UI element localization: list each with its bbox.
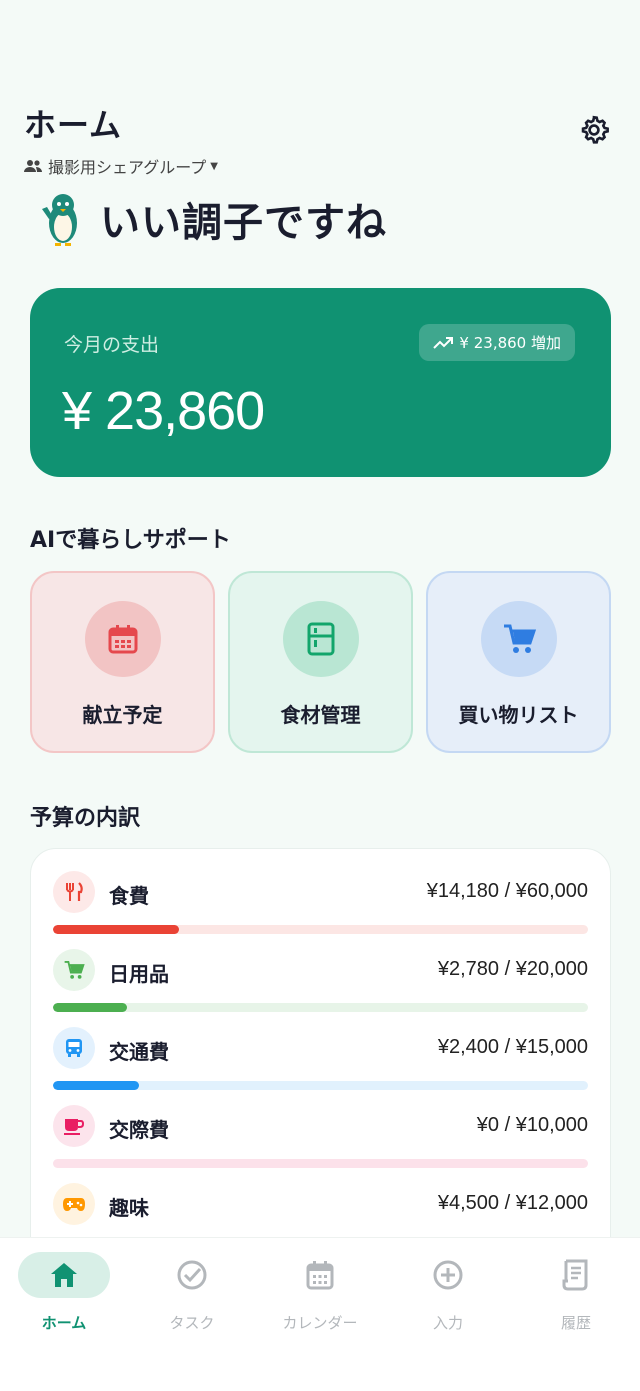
- budget-amount: ¥4,500 / ¥12,000: [437, 1192, 588, 1214]
- header: ホーム 撮影用シェアグループ ▼: [24, 100, 616, 177]
- budget-row-transport[interactable]: 交通費 ¥2,400 / ¥15,000: [53, 1027, 588, 1105]
- calendar-icon: [274, 1252, 366, 1298]
- shopping-list-card[interactable]: 買い物リスト: [426, 571, 611, 753]
- budget-row-social[interactable]: 交際費 ¥0 / ¥10,000: [53, 1105, 588, 1183]
- ai-section-title: AIで暮らしサポート: [30, 528, 231, 553]
- fridge-icon: [307, 622, 334, 656]
- plus-circle-icon: [402, 1252, 494, 1298]
- people-icon: [24, 160, 42, 172]
- ai-icon-bg: [282, 601, 359, 677]
- nav-label: タスク: [169, 1314, 215, 1332]
- budget-amount: ¥0 / ¥10,000: [476, 1114, 588, 1136]
- spending-change-badge: ¥ 23,860 増加: [419, 324, 575, 361]
- spending-label: 今月の支出: [64, 334, 160, 356]
- nav-label: 履歴: [560, 1314, 591, 1332]
- ingredients-card[interactable]: 食材管理: [228, 571, 413, 753]
- nav-home[interactable]: ホーム: [0, 1252, 128, 1333]
- nav-input[interactable]: 入力: [384, 1252, 512, 1333]
- ai-cards: 献立予定 食材管理 買い物リスト: [30, 571, 611, 753]
- budget-progress-bar: [53, 1081, 588, 1090]
- budget-amount: ¥2,400 / ¥15,000: [437, 1036, 588, 1058]
- budget-row-daily-goods[interactable]: 日用品 ¥2,780 / ¥20,000: [53, 949, 588, 1027]
- page-title: ホーム: [24, 106, 123, 144]
- trending-up-icon: [433, 336, 454, 349]
- budget-amount: ¥14,180 / ¥60,000: [426, 880, 588, 902]
- nav-label: ホーム: [41, 1314, 87, 1332]
- budget-name: 交際費: [109, 1118, 169, 1142]
- mood-banner: いい調子ですね: [40, 190, 387, 248]
- group-name: 撮影用シェアグループ: [48, 158, 207, 177]
- budget-amount: ¥2,780 / ¥20,000: [437, 958, 588, 980]
- cart-icon: [503, 624, 536, 653]
- nav-calendar[interactable]: カレンダー: [256, 1252, 384, 1333]
- cup-icon: [53, 1105, 95, 1147]
- budget-progress-bar: [53, 925, 588, 934]
- nav-tasks[interactable]: タスク: [128, 1252, 256, 1333]
- utensils-icon: [53, 871, 95, 913]
- group-selector[interactable]: 撮影用シェアグループ ▼: [24, 154, 616, 178]
- check-circle-icon: [146, 1252, 238, 1298]
- budget-progress-fill: [53, 1003, 128, 1012]
- calendar-icon: [108, 625, 137, 654]
- nav-label: 入力: [432, 1314, 463, 1332]
- budget-name: 日用品: [109, 962, 169, 986]
- nav-history[interactable]: 履歴: [512, 1252, 640, 1333]
- menu-plan-label: 献立予定: [82, 703, 163, 727]
- gamepad-icon: [53, 1183, 95, 1225]
- budget-name: 交通費: [109, 1040, 169, 1064]
- monthly-spending-card[interactable]: 今月の支出 ¥ 23,860 ¥ 23,860 増加: [30, 288, 611, 477]
- receipt-icon: [530, 1252, 622, 1298]
- ai-icon-bg: [480, 601, 557, 677]
- budget-progress-bar: [53, 1003, 588, 1012]
- budget-name: 趣味: [109, 1196, 149, 1220]
- budget-section-title: 予算の内訳: [30, 806, 141, 831]
- chevron-down-icon: ▼: [210, 160, 218, 172]
- cart-icon: [53, 949, 95, 991]
- ai-icon-bg: [84, 601, 161, 677]
- nav-label: カレンダー: [282, 1314, 358, 1332]
- spending-amount: ¥ 23,860: [62, 381, 265, 441]
- budget-progress-fill: [53, 1081, 139, 1090]
- shopping-list-label: 買い物リスト: [458, 703, 579, 727]
- budget-row-food[interactable]: 食費 ¥14,180 / ¥60,000: [53, 871, 588, 949]
- bus-icon: [53, 1027, 95, 1069]
- budget-progress-bar: [53, 1159, 588, 1168]
- penguin-icon: [42, 194, 77, 246]
- ingredients-label: 食材管理: [280, 703, 361, 727]
- budget-name: 食費: [109, 884, 149, 908]
- home-icon: [18, 1252, 110, 1298]
- mood-text: いい調子ですね: [100, 200, 387, 246]
- budget-breakdown-card: 食費 ¥14,180 / ¥60,000 日用品 ¥2,780 / ¥20,00…: [30, 848, 611, 1268]
- bottom-navigation: ホーム タスク カレンダー 入力 履歴: [0, 1237, 640, 1391]
- gear-icon[interactable]: [578, 114, 610, 146]
- spending-change-text: ¥ 23,860 増加: [459, 334, 561, 352]
- budget-progress-fill: [53, 925, 180, 934]
- menu-plan-card[interactable]: 献立予定: [30, 571, 215, 753]
